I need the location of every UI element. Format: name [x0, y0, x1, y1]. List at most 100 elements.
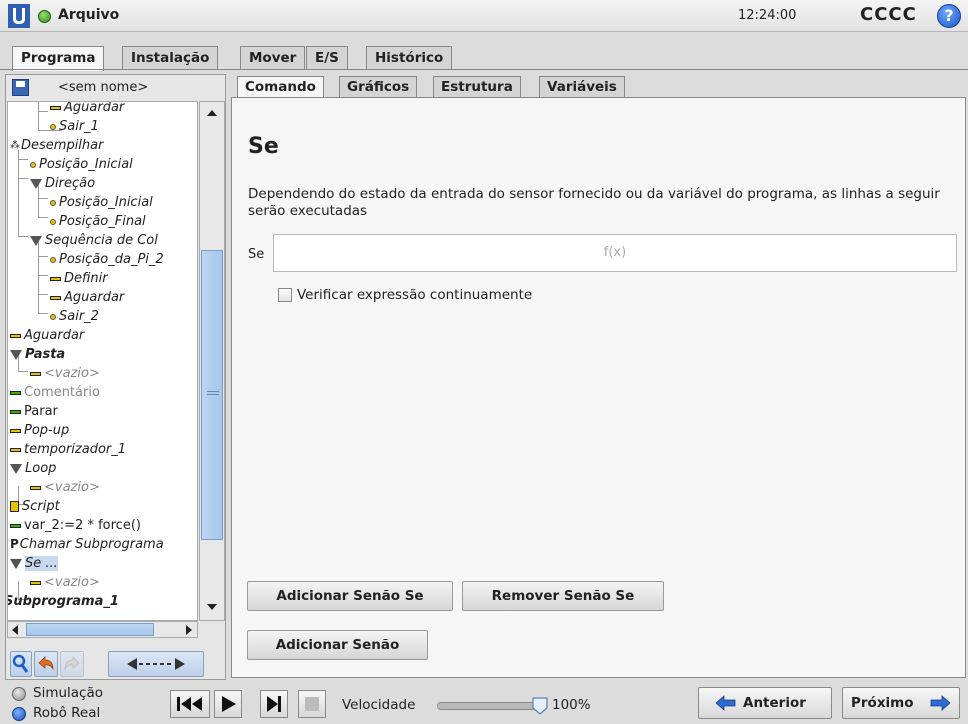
tab-divider — [0, 69, 968, 70]
tree-node-waypoint[interactable]: Sair_1 — [50, 117, 99, 136]
tree-node-timer[interactable]: temporizador_1 — [10, 440, 126, 459]
speed-value: 100% — [552, 697, 591, 713]
search-button[interactable] — [10, 651, 32, 677]
tree-node-folder[interactable]: Pasta — [10, 345, 65, 364]
step-icon — [267, 696, 281, 712]
undo-button[interactable] — [34, 651, 58, 677]
waypoint-icon — [50, 123, 56, 130]
tree-node-wait[interactable]: Aguardar — [10, 326, 84, 345]
redo-button[interactable] — [60, 651, 84, 677]
tab-instalacao[interactable]: Instalação — [122, 46, 219, 70]
tree-vertical-scrollbar[interactable] — [199, 101, 225, 621]
tree-node-empty[interactable]: <vazio> — [30, 364, 100, 383]
tree-node-call[interactable]: PChamar Subprograma — [10, 535, 164, 554]
file-row: <sem nome> — [6, 75, 227, 101]
tree-node-comment[interactable]: Comentário — [10, 383, 100, 402]
tree-node-set[interactable]: Definir — [50, 269, 108, 288]
previous-button[interactable]: Anterior — [698, 687, 832, 719]
scroll-grip — [207, 391, 219, 395]
tree-connector — [38, 102, 48, 112]
stop-button[interactable] — [298, 690, 326, 718]
tree-connector — [38, 295, 48, 314]
tab-variaveis[interactable]: Variáveis — [539, 76, 625, 98]
palletize-icon: ⁂ — [10, 140, 20, 151]
robot-name: CCCC — [860, 4, 917, 25]
real-robot-radio[interactable] — [12, 707, 26, 721]
play-icon — [222, 696, 236, 712]
step-button[interactable] — [260, 690, 288, 718]
tree-connector — [18, 160, 28, 179]
scroll-right-icon[interactable] — [186, 625, 192, 635]
tab-graficos[interactable]: Gráficos — [339, 76, 418, 98]
tree-node-if[interactable]: Se ... — [10, 554, 58, 573]
tab-estrutura[interactable]: Estrutura — [433, 76, 521, 98]
speed-slider[interactable] — [437, 702, 537, 710]
scroll-up-icon[interactable] — [207, 110, 217, 116]
add-elseif-button[interactable]: Adicionar Senão Se — [247, 581, 453, 611]
file-menu[interactable]: Arquivo — [58, 7, 119, 23]
tree-node-subprogram[interactable]: Subprograma_1 — [8, 592, 119, 611]
arrow-left-icon — [715, 695, 736, 711]
comment-icon — [10, 390, 21, 395]
tree-node-waypoint[interactable]: Posição_da_Pi_2 — [50, 250, 164, 269]
tree-node-wait[interactable]: Aguardar — [50, 288, 124, 307]
folder-icon — [30, 235, 42, 246]
redo-icon — [64, 656, 80, 671]
next-label: Próximo — [851, 695, 914, 711]
expression-field[interactable]: f(x) — [273, 234, 957, 272]
folder-icon — [30, 178, 42, 189]
remove-elseif-button[interactable]: Remover Senão Se — [462, 581, 664, 611]
tree-node-waypoint[interactable]: Posição_Inicial — [50, 193, 153, 212]
scroll-thumb[interactable] — [26, 623, 154, 636]
simulation-radio[interactable] — [12, 687, 26, 701]
speed-slider-knob[interactable] — [531, 696, 549, 716]
tree-connector — [38, 199, 48, 218]
tree-horizontal-scrollbar[interactable] — [7, 621, 198, 638]
move-arrows-icon — [127, 658, 185, 670]
tree-node-waypoint[interactable]: Posição_Inicial — [30, 155, 133, 174]
next-button[interactable]: Próximo — [842, 687, 960, 719]
tree-node-folder[interactable]: Sequência de Col — [30, 231, 158, 250]
tree-node-stop[interactable]: Parar — [10, 402, 58, 421]
add-else-button[interactable]: Adicionar Senão — [247, 630, 428, 660]
scroll-down-icon[interactable] — [207, 604, 217, 610]
command-panel: Se Dependendo do estado da entrada do se… — [231, 97, 966, 678]
tree-node-script[interactable]: Script — [10, 497, 60, 516]
tab-programa[interactable]: Programa — [12, 46, 105, 71]
check-continuously-label: Verificar expressão continuamente — [297, 287, 533, 303]
tab-historico[interactable]: Histórico — [366, 46, 453, 70]
tree-node-folder[interactable]: Direção — [30, 174, 95, 193]
tree-node-waypoint[interactable]: Posição_Final — [50, 212, 146, 231]
tree-node-waypoint[interactable]: Sair_2 — [50, 307, 99, 326]
play-button[interactable] — [214, 690, 242, 718]
scroll-left-icon[interactable] — [12, 625, 18, 635]
tree-node-palletize[interactable]: ⁂Desempilhar — [10, 136, 103, 155]
folder-icon — [10, 349, 22, 360]
tree-node-wait[interactable]: Aguardar — [50, 102, 124, 117]
tab-mover[interactable]: Mover — [240, 46, 306, 70]
scroll-thumb[interactable] — [201, 250, 223, 540]
help-icon[interactable]: ? — [937, 4, 961, 28]
save-icon[interactable] — [12, 79, 29, 96]
call-icon: P — [10, 537, 19, 551]
tab-es[interactable]: E/S — [306, 46, 348, 70]
tree-node-assignment[interactable]: var_2:=2 * force() — [10, 516, 141, 535]
stop-icon — [305, 697, 319, 711]
skip-start-icon — [177, 697, 202, 711]
robot-status-icon — [38, 10, 51, 23]
tree-node-empty[interactable]: <vazio> — [30, 478, 100, 497]
tab-comando[interactable]: Comando — [237, 76, 324, 99]
waypoint-icon — [30, 161, 36, 168]
empty-icon — [30, 485, 41, 490]
ur-logo — [8, 4, 30, 28]
check-continuously-checkbox[interactable] — [278, 288, 292, 302]
tree-node-empty[interactable]: <vazio> — [30, 573, 100, 592]
tree-node-popup[interactable]: Pop-up — [10, 421, 69, 440]
page-title: Se — [248, 134, 279, 159]
skip-start-button[interactable] — [170, 690, 210, 718]
move-node-button[interactable] — [108, 651, 204, 677]
tree-node-loop[interactable]: Loop — [10, 459, 56, 478]
program-tree[interactable]: Aguardar Sair_1 ⁂Desempilhar Posição_Ini… — [7, 101, 198, 621]
main-tabs: Programa Instalação Mover E/S Histórico — [0, 46, 968, 71]
if-label: Se — [248, 247, 265, 262]
